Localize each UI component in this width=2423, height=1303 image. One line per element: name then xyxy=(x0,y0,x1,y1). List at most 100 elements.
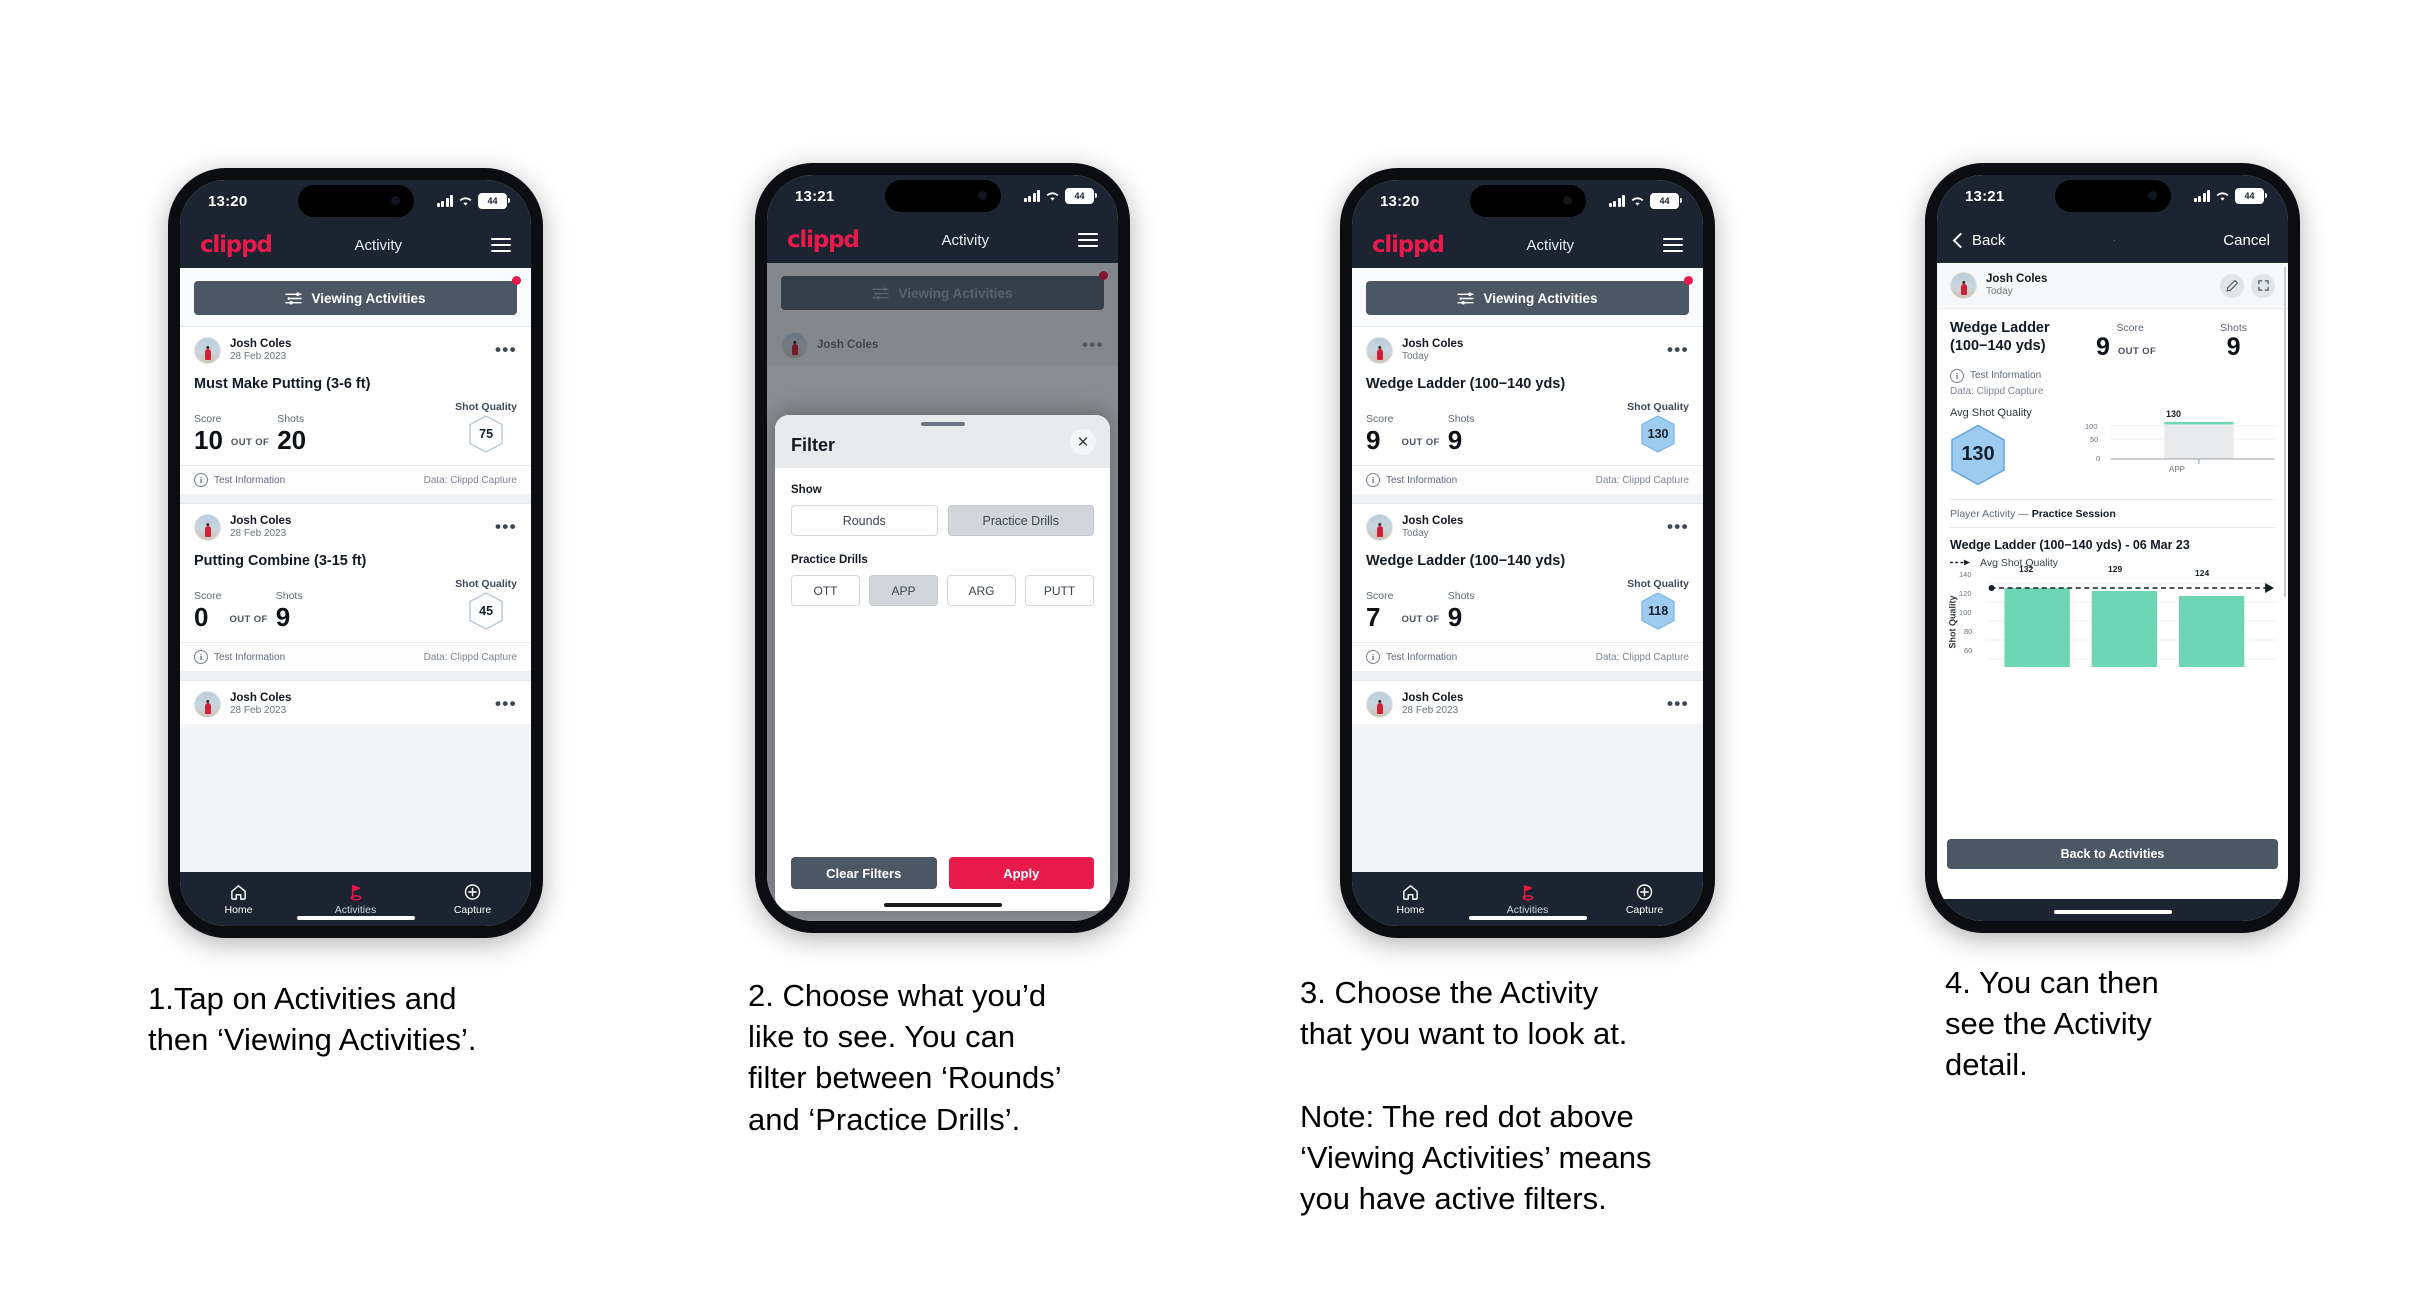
info-icon: i xyxy=(1366,473,1380,487)
back-to-activities-button[interactable]: Back to Activities xyxy=(1947,839,2278,869)
out-of-label: OUT OF xyxy=(1401,614,1440,625)
card-title: Wedge Ladder (100−140 yds) xyxy=(1366,376,1566,392)
card-menu-icon[interactable]: ••• xyxy=(1667,342,1689,358)
shots-label: Shots xyxy=(277,413,305,425)
card-title: Putting Combine (3-15 ft) xyxy=(194,553,367,569)
home-indicator xyxy=(296,915,415,920)
card-user: Josh Coles xyxy=(1402,337,1464,350)
battery-icon: 44 xyxy=(2235,188,2267,204)
filter-option-rounds[interactable]: Rounds xyxy=(791,505,938,536)
card-user: Josh Coles xyxy=(230,691,292,704)
pencil-icon[interactable] xyxy=(2220,273,2244,298)
hamburger-icon[interactable] xyxy=(1663,238,1683,252)
activity-card[interactable]: Josh Coles Today ••• Wedge Ladder (100−1… xyxy=(1352,503,1703,671)
hamburger-icon[interactable] xyxy=(491,238,511,252)
detail-screen: Josh Coles Today Wedge Ladder (100−140 y… xyxy=(1937,263,2288,899)
shot-quality-value: 45 xyxy=(479,604,494,618)
card-menu-icon[interactable]: ••• xyxy=(495,519,517,535)
card-date: 28 Feb 2023 xyxy=(230,705,287,717)
home-icon xyxy=(1403,884,1418,900)
phone-filtered-activities: 13:20 44 clippd Activity Viewing Activit… xyxy=(1340,168,1715,938)
tab-home[interactable]: Home xyxy=(1352,883,1469,916)
tab-activities[interactable]: Activities xyxy=(1469,883,1586,916)
shot-quality-label: Shot Quality xyxy=(455,578,517,590)
status-bar-1: 13:20 44 xyxy=(180,180,531,222)
sliders-icon xyxy=(285,292,303,304)
activity-card[interactable]: Josh Coles Today ••• Wedge Ladder (100−1… xyxy=(1352,326,1703,494)
shots-value: 9 xyxy=(275,602,291,632)
active-filters-dot xyxy=(1684,276,1693,285)
card-menu-icon[interactable]: ••• xyxy=(1667,696,1689,712)
cellular-icon xyxy=(436,195,453,207)
score-label: Score xyxy=(1366,590,1394,602)
app-bar-3: clippd Activity xyxy=(1352,222,1703,268)
detail-nav-bar: Back · Cancel xyxy=(1937,217,2288,263)
card-menu-icon[interactable]: ••• xyxy=(495,342,517,358)
golf-flag-icon xyxy=(350,884,362,900)
page-title: Activity xyxy=(941,231,990,249)
card-menu-icon[interactable]: ••• xyxy=(495,696,517,712)
practice-drills-label: Practice Drills xyxy=(791,554,868,566)
shots-value: 9 xyxy=(1447,425,1463,455)
shot-quality-bar-chart: 140 120 100 80 60 Shot Quality 132 129 1… xyxy=(1937,564,2288,672)
viewing-activities-label: Viewing Activities xyxy=(311,290,426,306)
cellular-icon xyxy=(1608,195,1625,207)
out-of-label: OUT OF xyxy=(1401,437,1440,448)
avg-quality-bar-chart: 100 50 0 130 APP xyxy=(2068,409,2275,477)
apply-button[interactable]: Apply xyxy=(948,857,1094,889)
viewing-activities-label: Viewing Activities xyxy=(1483,290,1598,306)
tab-home[interactable]: Home xyxy=(180,883,297,916)
card-user: Josh Coles xyxy=(1402,514,1464,527)
app-bar-1: clippd Activity xyxy=(180,222,531,268)
data-source-label: Data: Clippd Capture xyxy=(423,474,517,486)
bottom-tab-bar-3: Home Activities Capture xyxy=(1352,872,1703,926)
tab-capture[interactable]: Capture xyxy=(414,883,531,916)
hamburger-icon[interactable] xyxy=(1078,233,1098,247)
shots-label: Shots xyxy=(1447,413,1475,425)
activity-card[interactable]: Josh Coles 28 Feb 2023 ••• xyxy=(1352,680,1703,724)
scrollbar[interactable] xyxy=(2283,267,2286,597)
viewing-activities-button[interactable]: Viewing Activities xyxy=(194,281,517,315)
expand-icon[interactable] xyxy=(2251,273,2275,298)
close-icon[interactable]: ✕ xyxy=(1070,429,1096,455)
filter-chip-ott[interactable]: OTT xyxy=(791,575,860,606)
test-information-label: Test Information xyxy=(1386,651,1458,663)
drag-handle[interactable] xyxy=(920,422,965,426)
filter-chip-app[interactable]: APP xyxy=(869,575,938,606)
filter-option-practice-drills[interactable]: Practice Drills xyxy=(947,505,1094,536)
score-value: 9 xyxy=(2095,333,2110,361)
avatar xyxy=(1366,691,1393,718)
cancel-button[interactable]: Cancel xyxy=(2223,232,2270,249)
detail-user: Josh Coles xyxy=(1986,272,2048,285)
card-gap xyxy=(180,494,531,503)
filter-chip-arg[interactable]: ARG xyxy=(947,575,1016,606)
filter-chip-putt[interactable]: PUTT xyxy=(1025,575,1094,606)
viewing-activities-button[interactable]: Viewing Activities xyxy=(1366,281,1689,315)
wifi-icon xyxy=(1630,195,1645,207)
activity-card[interactable]: Josh Coles 28 Feb 2023 ••• Putting Combi… xyxy=(180,503,531,671)
detail-header: Josh Coles Today xyxy=(1937,263,2288,309)
clear-filters-button[interactable]: Clear Filters xyxy=(791,857,937,889)
avg-shot-quality-hexagon: 130 xyxy=(1950,424,2006,486)
shots-value: 9 xyxy=(2226,333,2241,361)
avatar xyxy=(1366,514,1393,541)
card-date: 28 Feb 2023 xyxy=(230,351,287,363)
info-icon: i xyxy=(1950,368,1964,383)
avg-shot-quality-label: Avg Shot Quality xyxy=(1950,406,2032,419)
show-section-label: Show xyxy=(791,484,822,496)
test-information-label: Test Information xyxy=(214,474,286,486)
card-user: Josh Coles xyxy=(230,337,292,350)
tab-activities[interactable]: Activities xyxy=(297,883,414,916)
activity-card[interactable]: Josh Coles 28 Feb 2023 ••• xyxy=(180,680,531,724)
card-date: 28 Feb 2023 xyxy=(1402,705,1459,717)
viewing-activities-wrap: Viewing Activities xyxy=(180,268,531,326)
card-gap xyxy=(1352,671,1703,680)
tab-capture[interactable]: Capture xyxy=(1586,883,1703,916)
activity-card[interactable]: Josh Coles 28 Feb 2023 ••• Must Make Put… xyxy=(180,326,531,494)
bottom-tab-bar-1: Home Activities Capture xyxy=(180,872,531,926)
back-button[interactable]: Back xyxy=(1952,232,2005,249)
tab-capture-label: Capture xyxy=(1625,903,1664,916)
wifi-icon xyxy=(1045,190,1060,202)
caption-step-3: 3. Choose the Activity that you want to … xyxy=(1300,975,1652,1217)
card-menu-icon[interactable]: ••• xyxy=(1667,519,1689,535)
